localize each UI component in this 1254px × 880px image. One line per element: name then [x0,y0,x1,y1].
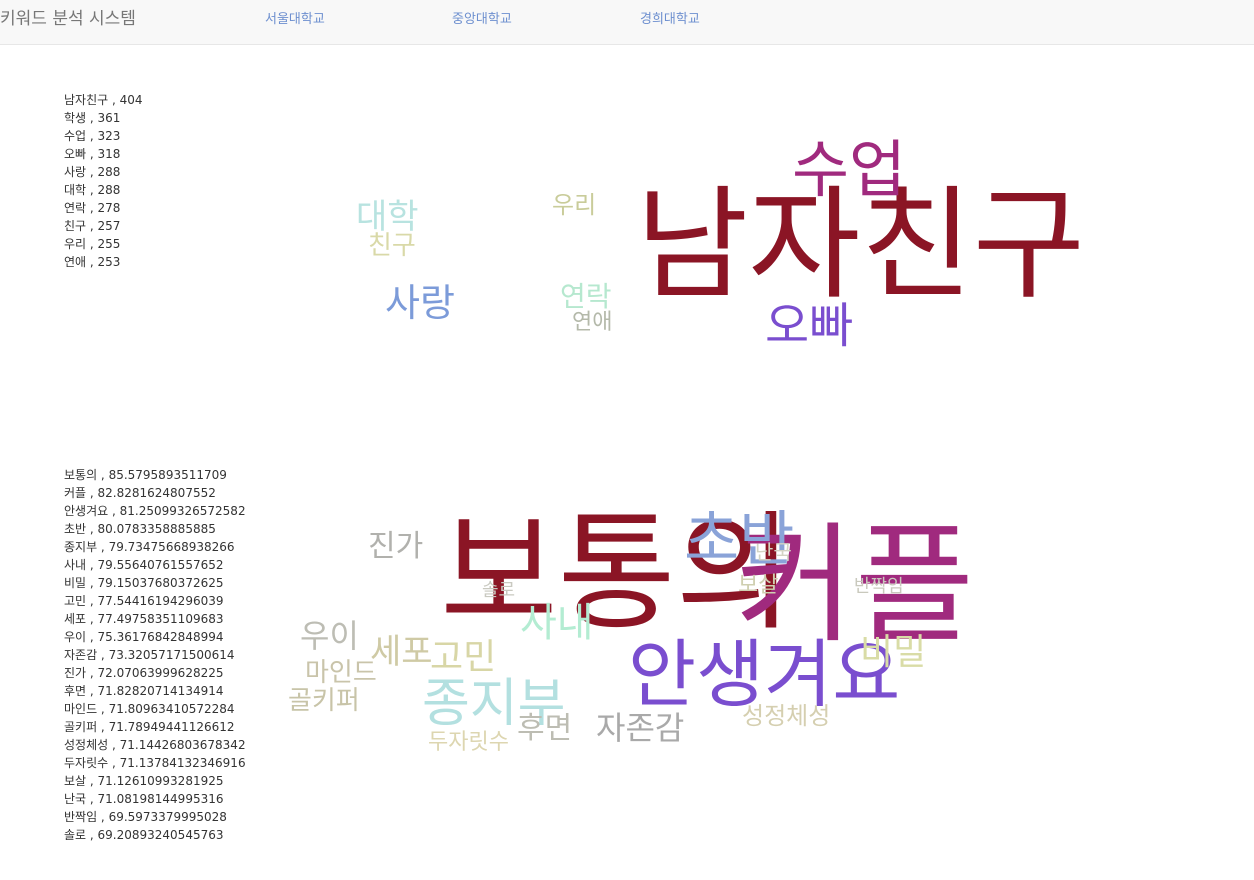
list-item: 비밀 , 79.15037680372625 [64,576,224,590]
nav-link-seoul[interactable]: 서울대학교 [265,11,325,29]
list-item: 초반 , 80.0783358885885 [64,522,216,536]
cloud-word: 솔로 [482,580,516,601]
list-item: 세포 , 77.49758351109683 [64,612,224,626]
cloud-word: 고민 [430,637,497,678]
list-item: 보살 , 71.12610993281925 [64,774,224,788]
list-item: 골키퍼 , 71.78949441126612 [64,720,235,734]
cloud-word: 골키퍼 [288,686,360,716]
list-item: 안생겨요 , 81.25099326572582 [64,504,246,518]
list-item: 보통의 , 85.5795893511709 [64,468,227,482]
list-item: 연락 , 278 [64,201,121,215]
list-item: 연애 , 253 [64,255,121,269]
cloud-word: 세포 [370,632,433,672]
list-item: 친구 , 257 [64,219,121,233]
list-item: 후면 , 71.82820714134914 [64,684,224,698]
list-item: 성정체성 , 71.14426803678342 [64,738,246,752]
cloud-word: 우리 [552,191,597,219]
list-item: 대학 , 288 [64,183,121,197]
cloud-word: 보살 [738,573,779,598]
cloud-word: 친구 [368,231,416,261]
list-item: 고민 , 77.54416194296039 [64,594,224,608]
cloud-word: 성정체성 [742,702,831,730]
cloud-word: 진가 [368,529,424,564]
cloud-word: 난국 [755,540,792,564]
cloud-word: 연애 [572,310,613,335]
list-item: 반짝임 , 69.5973379995028 [64,810,227,824]
list-item: 자존감 , 73.32057171500614 [64,648,235,662]
cloud-word: 마인드 [305,658,377,688]
cloud-word: 사랑 [385,281,455,325]
brand-title[interactable]: 키워드 분석 시스템 [0,9,136,29]
navbar: 키워드 분석 시스템 서울대학교 중앙대학교 경희대학교 [0,0,1254,45]
cloud-word: 우이 [300,617,359,655]
list-item: 사내 , 79.55640761557652 [64,558,224,572]
cloud-word: 후면 [517,711,573,746]
list-item: 진가 , 72.07063999628225 [64,666,224,680]
list-item: 우리 , 255 [64,237,121,251]
cloud-word: 두자릿수 [428,730,509,755]
list-item: 학생 , 361 [64,111,121,125]
cloud-word: 반짝임 [854,576,904,597]
cloud-word: 자존감 [596,709,685,747]
cloud-word: 오빠 [765,298,854,354]
keyword-frequency-list: 남자친구 , 404 학생 , 361 수업 , 323 오빠 , 318 사랑… [64,91,143,271]
list-item: 마인드 , 71.80963410572284 [64,702,235,716]
list-item: 커플 , 82.8281624807552 [64,486,216,500]
list-item: 사랑 , 288 [64,165,121,179]
list-item: 솔로 , 69.20893240545763 [64,828,224,842]
list-item: 오빠 , 318 [64,147,121,161]
list-item: 난국 , 71.08198144995316 [64,792,224,806]
keyword-score-list: 보통의 , 85.5795893511709 커플 , 82.828162480… [64,466,246,844]
list-item: 우이 , 75.36176842848994 [64,630,224,644]
cloud-word: 사내 [520,600,594,646]
nav-link-kyunghee[interactable]: 경희대학교 [640,11,700,29]
list-item: 두자릿수 , 71.13784132346916 [64,756,246,770]
cloud-word: 연락 [560,280,612,313]
list-item: 종지부 , 79.73475668938266 [64,540,235,554]
list-item: 수업 , 323 [64,129,121,143]
cloud-word: 비밀 [860,632,927,673]
list-item: 남자친구 , 404 [64,93,143,107]
cloud-word: 대학 [356,197,419,237]
cloud-word: 수업 [792,133,907,206]
nav-link-chungang[interactable]: 중앙대학교 [452,11,512,29]
